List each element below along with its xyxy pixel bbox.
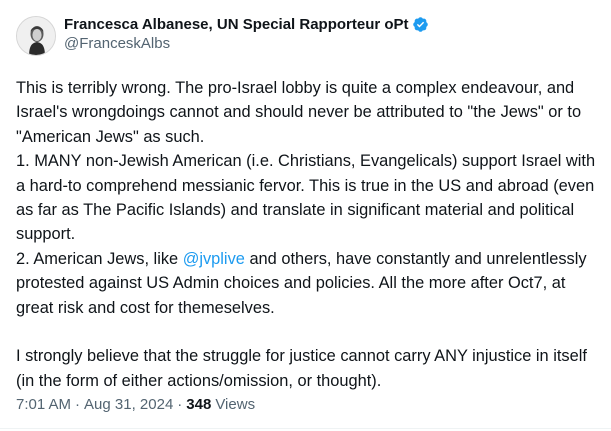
tweet-paragraph-intro: This is terribly wrong. The pro-Israel l… xyxy=(16,79,582,146)
tweet: Francesca Albanese, UN Special Rapporteu… xyxy=(0,0,611,431)
name-row: Francesca Albanese, UN Special Rapporteu… xyxy=(64,14,429,34)
mention-link[interactable]: @jvplive xyxy=(183,250,245,268)
views-count[interactable]: 348 xyxy=(186,396,211,413)
tweet-date[interactable]: Aug 31, 2024 xyxy=(84,396,173,413)
views-label: Views xyxy=(215,396,256,413)
tweet-header: Francesca Albanese, UN Special Rapporteu… xyxy=(16,10,595,62)
point2-text-before: 2. American Jews, like xyxy=(16,249,183,268)
verified-badge-icon[interactable] xyxy=(412,16,429,33)
tweet-text: This is terribly wrong. The pro-Israel l… xyxy=(16,76,601,393)
divider xyxy=(0,428,611,429)
tweet-paragraph-closing: I strongly believe that the struggle for… xyxy=(16,347,587,390)
avatar-photo-icon xyxy=(17,17,55,55)
tweet-meta: 7:01 AM · Aug 31, 2024 · 348 Views xyxy=(16,396,255,413)
avatar[interactable] xyxy=(16,16,56,56)
tweet-paragraph-point1: 1. MANY non-Jewish American (i.e. Christ… xyxy=(16,152,596,244)
display-name[interactable]: Francesca Albanese, UN Special Rapporteu… xyxy=(64,16,409,33)
author-handle[interactable]: @FranceskAlbs xyxy=(64,35,429,52)
tweet-time[interactable]: 7:01 AM xyxy=(16,396,71,413)
meta-separator: · xyxy=(75,396,81,413)
meta-separator: · xyxy=(177,396,183,413)
author-names: Francesca Albanese, UN Special Rapporteu… xyxy=(64,14,429,52)
tweet-paragraph-point2: 2. American Jews, like @jvplive and othe… xyxy=(16,247,601,320)
